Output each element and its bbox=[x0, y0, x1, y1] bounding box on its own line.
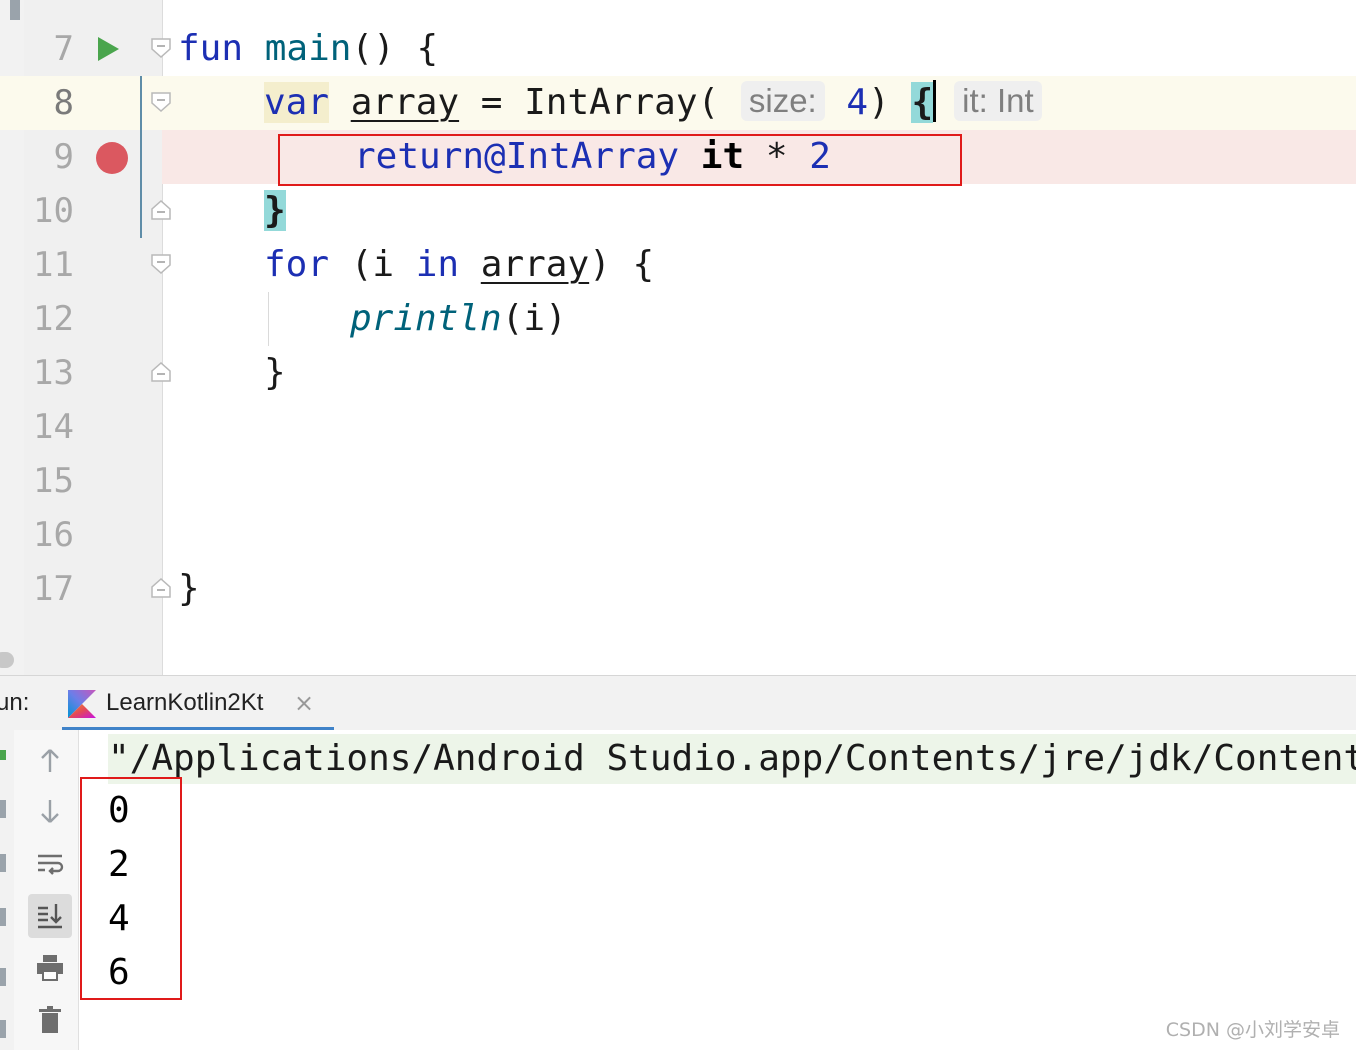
parameter-hint: size: bbox=[740, 81, 825, 121]
console-output[interactable]: "/Applications/Android Studio.app/Conten… bbox=[80, 730, 1356, 1050]
line-number: 7 bbox=[53, 29, 74, 69]
code-text: fun main() { bbox=[178, 28, 439, 69]
run-panel-label: un: bbox=[0, 689, 30, 716]
pin-icon[interactable] bbox=[0, 1020, 6, 1038]
run-tab-bar: un: LearnKotlin2Kt × bbox=[0, 675, 1356, 731]
run-gutter-icon[interactable] bbox=[98, 37, 119, 61]
vcs-change-marker[interactable] bbox=[140, 76, 142, 238]
trash-icon[interactable] bbox=[28, 998, 72, 1042]
code-line-15[interactable]: 15 bbox=[0, 454, 1356, 508]
annotation-box-return bbox=[278, 134, 962, 186]
restore-icon[interactable] bbox=[0, 908, 6, 926]
code-line-13[interactable]: 13 } bbox=[0, 346, 1356, 400]
code-text: var array = IntArray( size: 4) {it: Int bbox=[264, 76, 1042, 130]
soft-wrap-icon[interactable] bbox=[28, 842, 72, 886]
stop-icon[interactable] bbox=[0, 800, 6, 818]
code-line-14[interactable]: 14 bbox=[0, 400, 1356, 454]
run-panel: "/Applications/Android Studio.app/Conten… bbox=[0, 730, 1356, 1050]
watermark: CSDN @小刘学安卓 bbox=[1165, 1019, 1340, 1041]
fold-open-icon[interactable] bbox=[151, 38, 171, 58]
annotation-box-output bbox=[80, 777, 182, 1000]
breakpoint-icon[interactable] bbox=[96, 142, 128, 174]
up-arrow-icon[interactable] bbox=[28, 738, 72, 782]
tab-learnkotlin2kt[interactable]: LearnKotlin2Kt × bbox=[62, 676, 334, 731]
code-editor[interactable]: 7 fun main() { 8 var array = IntArray( s… bbox=[0, 0, 1356, 675]
code-line-8[interactable]: 8 var array = IntArray( size: 4) {it: In… bbox=[0, 76, 1356, 130]
code-line-10[interactable]: 10 } bbox=[0, 184, 1356, 238]
fold-open-icon[interactable] bbox=[151, 92, 171, 112]
fold-close-icon[interactable] bbox=[151, 200, 171, 220]
scroll-to-end-icon[interactable] bbox=[28, 894, 72, 938]
line-number: 8 bbox=[53, 83, 74, 123]
code-line-17[interactable]: 17 } bbox=[0, 562, 1356, 616]
print-icon[interactable] bbox=[28, 946, 72, 990]
fold-open-icon[interactable] bbox=[151, 254, 171, 274]
structure-marker bbox=[10, 0, 20, 20]
fold-close-icon[interactable] bbox=[151, 578, 171, 598]
code-line-7[interactable]: 7 fun main() { bbox=[0, 22, 1356, 76]
line-number: 17 bbox=[33, 569, 74, 609]
down-arrow-icon[interactable] bbox=[28, 790, 72, 834]
pause-icon[interactable] bbox=[0, 854, 6, 872]
rerun-icon[interactable] bbox=[0, 750, 6, 760]
fold-close-icon[interactable] bbox=[151, 362, 171, 382]
line-number: 9 bbox=[53, 137, 74, 177]
line-number: 16 bbox=[33, 515, 74, 555]
command-line: "/Applications/Android Studio.app/Conten… bbox=[108, 734, 1356, 784]
code-text: } bbox=[264, 352, 286, 393]
console-toolbar bbox=[14, 730, 79, 1050]
code-text: println(i) bbox=[350, 298, 567, 339]
tab-label: LearnKotlin2Kt bbox=[106, 689, 264, 716]
type-hint: it: Int bbox=[954, 81, 1042, 121]
settings-icon[interactable] bbox=[0, 968, 6, 986]
line-number: 12 bbox=[33, 299, 74, 339]
code-text: for (i in array) { bbox=[264, 244, 655, 285]
line-number: 15 bbox=[33, 461, 74, 501]
code-text: } bbox=[264, 190, 286, 231]
close-icon[interactable]: × bbox=[294, 676, 314, 730]
line-number: 10 bbox=[33, 191, 74, 231]
line-number: 11 bbox=[33, 245, 74, 285]
code-line-16[interactable]: 16 bbox=[0, 508, 1356, 562]
line-number: 14 bbox=[33, 407, 74, 447]
code-line-12[interactable]: 12 println(i) bbox=[0, 292, 1356, 346]
code-text: } bbox=[178, 568, 200, 609]
line-number: 13 bbox=[33, 353, 74, 393]
run-side-strip bbox=[0, 730, 14, 1050]
kotlin-icon bbox=[68, 690, 96, 722]
code-line-11[interactable]: 11 for (i in array) { bbox=[0, 238, 1356, 292]
indent-guide bbox=[268, 292, 269, 346]
scroll-knob[interactable] bbox=[0, 652, 14, 668]
text-caret bbox=[933, 80, 937, 122]
